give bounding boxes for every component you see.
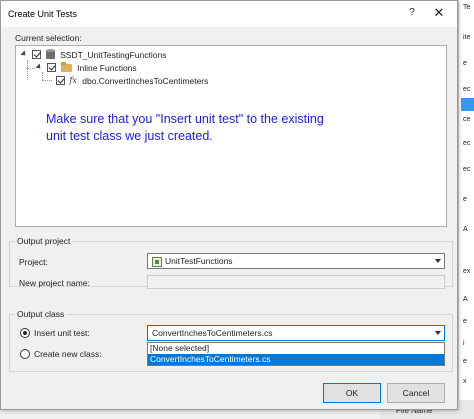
background-text: ec <box>463 86 471 93</box>
project-select[interactable]: UnitTestFunctions <box>147 253 445 269</box>
dialog-titlebar: Create Unit Tests ? ✕ <box>1 1 457 27</box>
insert-unit-test-label[interactable]: Insert unit test: <box>34 328 90 338</box>
close-icon[interactable]: ✕ <box>431 5 447 21</box>
background-text: i <box>463 340 465 347</box>
tree-node-checkbox[interactable] <box>32 50 42 60</box>
expand-arrow-icon[interactable] <box>35 64 43 72</box>
background-selection <box>461 98 474 111</box>
dropdown-option-none[interactable]: [None selected] <box>148 343 444 354</box>
function-icon: fx <box>69 76 77 86</box>
tree-node-checkbox[interactable] <box>47 63 57 73</box>
background-text: ec <box>463 166 471 173</box>
insert-unit-test-value: ConvertInchesToCentimeters.cs <box>152 328 273 338</box>
tree-node-function[interactable]: fx dbo.ConvertInchesToCentimeters <box>56 75 208 87</box>
background-text: e <box>463 318 467 325</box>
background-text: ite <box>463 34 471 41</box>
folder-icon <box>60 61 72 72</box>
dropdown-option-convert-inches[interactable]: ConvertInchesToCentimeters.cs <box>148 354 444 365</box>
instruction-annotation: Make sure that you "Insert unit test" to… <box>46 112 324 143</box>
background-text: A <box>463 296 468 303</box>
tree-node-database[interactable]: SSDT_UnitTestingFunctions <box>20 49 166 61</box>
tree-node-label: dbo.ConvertInchesToCentimeters <box>82 75 209 86</box>
tree-connector <box>27 60 28 80</box>
ok-button[interactable]: OK <box>323 383 381 403</box>
chevron-down-icon[interactable] <box>435 331 441 335</box>
new-project-name-input[interactable] <box>147 275 445 289</box>
background-text: e <box>463 358 467 365</box>
background-text: x <box>463 378 467 385</box>
background-text: ec <box>463 140 471 147</box>
dialog-title: Create Unit Tests <box>8 9 77 19</box>
create-new-class-radio[interactable] <box>20 349 30 359</box>
insert-unit-test-select[interactable]: ConvertInchesToCentimeters.cs <box>147 325 445 341</box>
create-new-class-label[interactable]: Create new class: <box>34 349 102 359</box>
tree-node-label: SSDT_UnitTestingFunctions <box>60 49 167 60</box>
project-label: Project: <box>19 257 48 267</box>
background-text: ce <box>463 116 471 123</box>
background-text: Te <box>463 4 471 11</box>
selection-tree[interactable]: SSDT_UnitTestingFunctions Inline Functio… <box>15 45 447 227</box>
tree-connector <box>27 68 35 69</box>
project-value: UnitTestFunctions <box>165 256 233 266</box>
cancel-button[interactable]: Cancel <box>387 383 445 403</box>
background-text: ex <box>463 268 471 275</box>
chevron-down-icon[interactable] <box>435 259 441 263</box>
project-icon <box>152 256 162 267</box>
background-text: A <box>463 226 468 233</box>
help-button[interactable]: ? <box>405 7 419 21</box>
background-text: e <box>463 60 467 67</box>
tree-node-label: Inline Functions <box>77 62 137 73</box>
insert-unit-test-radio[interactable] <box>20 328 30 338</box>
background-solution-explorer: Te ite e ec ce ec ec e A ex A e i e x <box>458 0 474 419</box>
tree-node-inline-functions[interactable]: Inline Functions <box>35 61 137 74</box>
output-project-group-title: Output project <box>15 236 73 246</box>
database-icon <box>45 49 55 60</box>
new-project-name-label: New project name: <box>19 278 90 288</box>
output-class-group-title: Output class <box>15 309 67 319</box>
tree-connector <box>42 80 52 81</box>
create-unit-tests-dialog: Create Unit Tests ? ✕ Current selection:… <box>0 0 458 410</box>
background-text: e <box>463 196 467 203</box>
expand-arrow-icon[interactable] <box>20 51 28 59</box>
class-dropdown-list[interactable]: [None selected] ConvertInchesToCentimete… <box>147 342 445 366</box>
tree-node-checkbox[interactable] <box>56 76 65 86</box>
current-selection-label: Current selection: <box>15 33 82 43</box>
